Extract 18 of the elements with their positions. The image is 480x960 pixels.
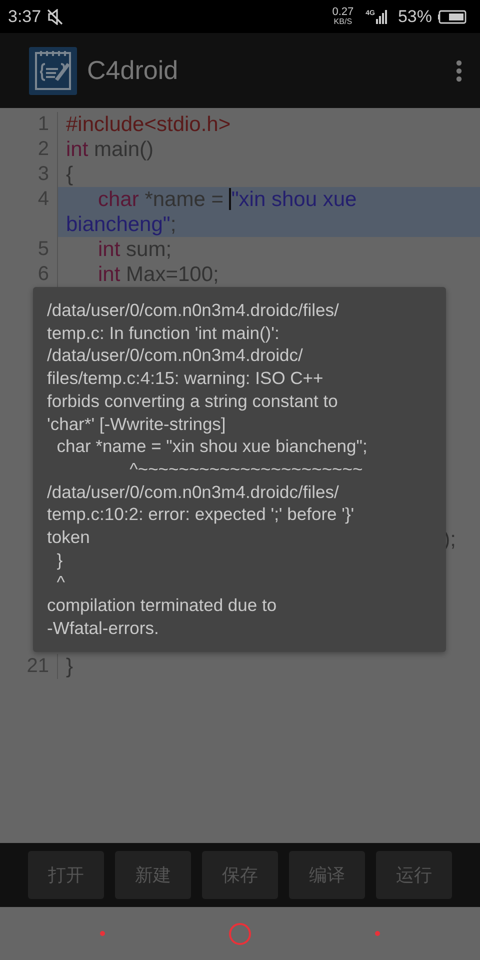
back-button[interactable] [100, 931, 105, 936]
code-line: { [65, 162, 74, 187]
mute-icon [47, 8, 64, 24]
clock: 3:37 [8, 6, 42, 26]
speed-unit: KB/S [334, 16, 352, 26]
battery-percent: 53% [398, 6, 432, 26]
app-title: C4droid [87, 55, 178, 86]
text-cursor [229, 188, 232, 210]
signal-icon [376, 10, 388, 24]
home-button[interactable] [229, 922, 251, 944]
code-line: } [65, 654, 74, 679]
code-line: #include<stdio.h> [65, 112, 232, 137]
battery-icon [438, 10, 468, 24]
error-message: /data/user/0/com.n0n3m4.droidc/files/ temp.c: In function 'int main()': /data/user/0/com.n0n3m4.droidc/ files/temp.c:4:15: warning: ISO C++ forbids converting a string constant to 'char*' [-Wwrite-strings] char *name = "xin shou xue biancheng"; ^~~~~~~~~~~~~~~~~~~~~~~ /data/user/0/com.n0n3m4.droidc/files/ temp.c:10:2: error: expected ';' before '}' token } ^ compilation terminated due to -Wfatal-errors. [47, 299, 368, 640]
notepad-logo-icon [29, 46, 77, 94]
more-options-icon[interactable] [456, 60, 462, 82]
recents-button[interactable] [375, 931, 380, 936]
speed-value: 0.27 [332, 8, 354, 16]
